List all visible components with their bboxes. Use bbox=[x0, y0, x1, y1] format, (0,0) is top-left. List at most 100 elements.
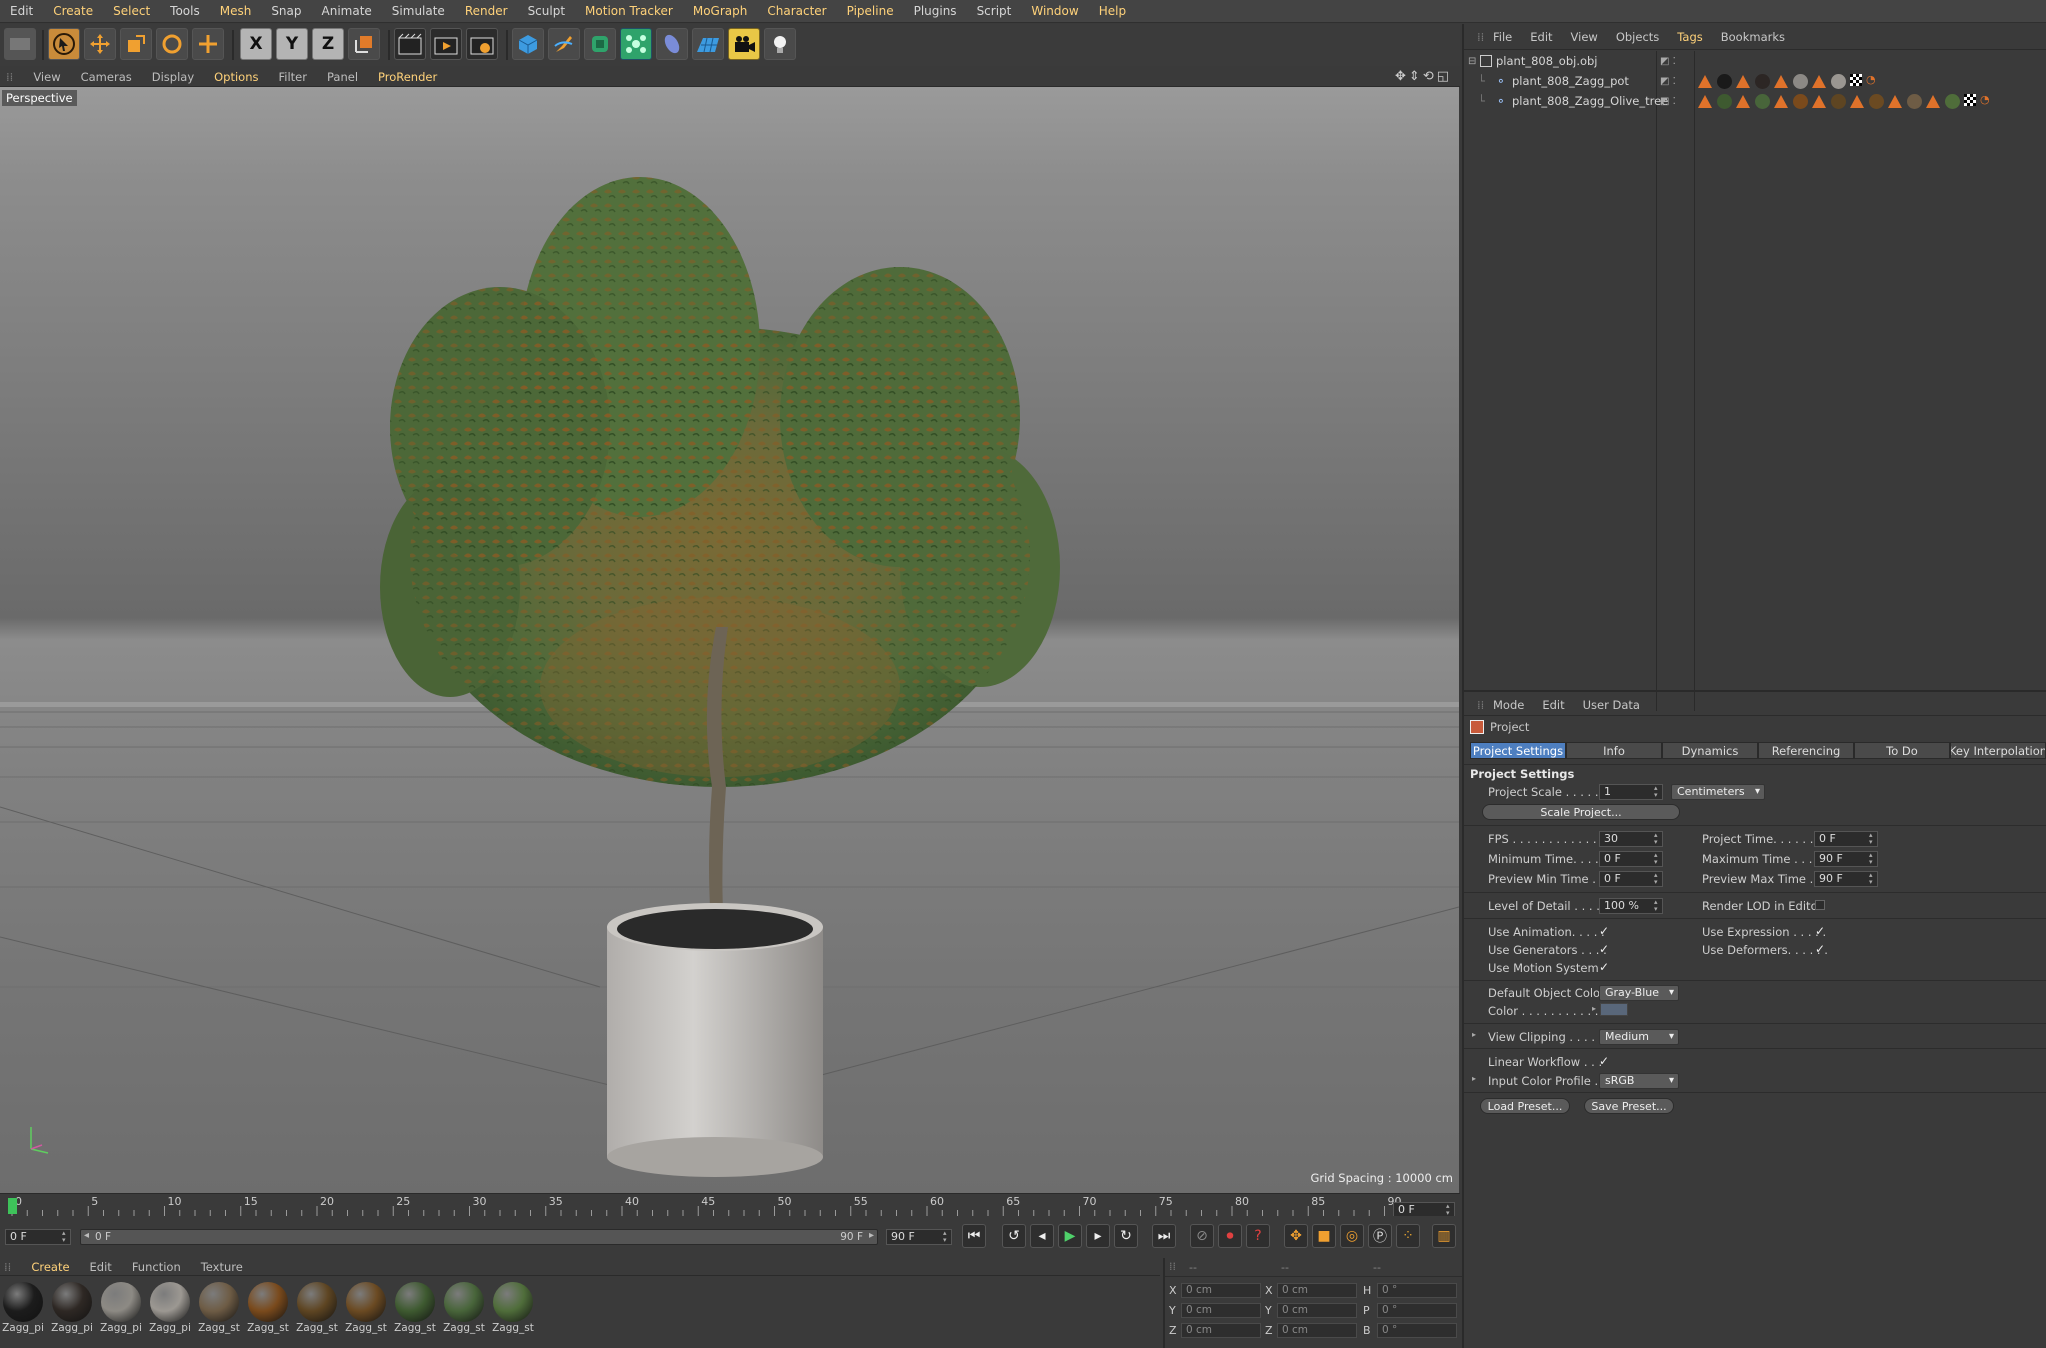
maximum-time-field[interactable]: 90 F bbox=[1814, 851, 1878, 867]
om-menu-objects[interactable]: Objects bbox=[1607, 30, 1668, 44]
input-color-profile-dropdown[interactable]: sRGB bbox=[1599, 1073, 1679, 1089]
material-swatch[interactable]: Zagg_st bbox=[294, 1282, 340, 1342]
am-menu-edit[interactable]: Edit bbox=[1533, 698, 1573, 712]
phong-tag-icon[interactable]: ◔ bbox=[1980, 93, 1990, 106]
viewport-menu-cameras[interactable]: Cameras bbox=[71, 70, 142, 84]
viewport-menu-options[interactable]: Options bbox=[204, 70, 268, 84]
visibility-toggle-icon[interactable]: ◩ ⁚ bbox=[1660, 76, 1676, 87]
camera-icon[interactable] bbox=[728, 28, 760, 60]
menu-pipeline[interactable]: Pipeline bbox=[837, 0, 904, 23]
last-tool-icon[interactable] bbox=[192, 28, 224, 60]
playhead-marker[interactable] bbox=[8, 1198, 17, 1214]
preview-range-slider[interactable]: ◂ 0 F 90 F ▸ bbox=[80, 1229, 878, 1245]
material-tag-icon[interactable] bbox=[1831, 74, 1846, 89]
undo-icon[interactable] bbox=[4, 28, 36, 60]
menu-character[interactable]: Character bbox=[757, 0, 836, 23]
expand-arrow-icon[interactable]: ▸ bbox=[1472, 1074, 1476, 1083]
material-tag-icon[interactable] bbox=[1869, 94, 1884, 109]
menu-sculpt[interactable]: Sculpt bbox=[518, 0, 575, 23]
current-frame-field[interactable]: 0 F bbox=[5, 1229, 71, 1245]
material-tag-icon[interactable] bbox=[1907, 94, 1922, 109]
preview-max-time-field[interactable]: 90 F bbox=[1814, 871, 1878, 887]
load-preset-button[interactable]: Load Preset... bbox=[1480, 1098, 1570, 1114]
object-row[interactable]: └ ⚬ plant_808_Zagg_Olive_tree ◩ ⁚ ◔ bbox=[1464, 91, 2046, 111]
size-y-field[interactable]: 0 cm bbox=[1277, 1303, 1357, 1318]
scale-project-button[interactable]: Scale Project... bbox=[1482, 804, 1680, 820]
rotation-b-field[interactable]: 0 ° bbox=[1377, 1323, 1457, 1338]
menu-motion-tracker[interactable]: Motion Tracker bbox=[575, 0, 683, 23]
live-selection-icon[interactable] bbox=[48, 28, 80, 60]
menu-snap[interactable]: Snap bbox=[261, 0, 311, 23]
play-forward-icon[interactable]: ▶ bbox=[1058, 1224, 1082, 1248]
tab-info[interactable]: Info bbox=[1566, 742, 1662, 759]
position-y-field[interactable]: 0 cm bbox=[1181, 1303, 1261, 1318]
panel-grip-icon[interactable]: ⁞⁞ bbox=[1468, 698, 1493, 712]
default-object-color-dropdown[interactable]: Gray-Blue bbox=[1599, 985, 1679, 1001]
texture-tag-icon[interactable] bbox=[1736, 75, 1750, 88]
go-to-end-icon[interactable]: ⏭ bbox=[1152, 1224, 1176, 1248]
material-tag-icon[interactable] bbox=[1793, 94, 1808, 109]
expand-arrow-icon[interactable]: ▸ bbox=[1472, 1030, 1476, 1039]
level-of-detail-field[interactable]: 100 % bbox=[1599, 898, 1663, 914]
om-menu-view[interactable]: View bbox=[1562, 30, 1607, 44]
use-deformers-checkbox[interactable]: ✓ bbox=[1815, 943, 1827, 955]
material-tag-icon[interactable] bbox=[1755, 94, 1770, 109]
use-motion-system-checkbox[interactable]: ✓ bbox=[1599, 961, 1611, 973]
project-time-field[interactable]: 0 F bbox=[1814, 831, 1878, 847]
viewport-menu-view[interactable]: View bbox=[23, 70, 70, 84]
material-tag-icon[interactable] bbox=[1793, 74, 1808, 89]
menu-edit[interactable]: Edit bbox=[0, 0, 43, 23]
panel-grip-icon[interactable]: ⁞⁞ bbox=[0, 1260, 21, 1274]
object-row[interactable]: └ ⚬ plant_808_Zagg_pot ◩ ⁚ ◔ bbox=[1464, 71, 2046, 91]
material-swatch[interactable]: Zagg_st bbox=[392, 1282, 438, 1342]
mat-menu-edit[interactable]: Edit bbox=[80, 1260, 122, 1274]
material-swatch[interactable]: Zagg_st bbox=[196, 1282, 242, 1342]
size-z-field[interactable]: 0 cm bbox=[1277, 1323, 1357, 1338]
tab-to-do[interactable]: To Do bbox=[1854, 742, 1950, 759]
object-row[interactable]: ⊟ plant_808_obj.obj ◩ ⁚ bbox=[1464, 51, 2046, 71]
expand-arrow-icon[interactable]: ▸ bbox=[1592, 1004, 1596, 1013]
floor-icon[interactable] bbox=[692, 28, 724, 60]
tab-project-settings[interactable]: Project Settings bbox=[1470, 742, 1566, 759]
project-scale-unit-dropdown[interactable]: Centimeters bbox=[1671, 784, 1765, 800]
menu-simulate[interactable]: Simulate bbox=[382, 0, 455, 23]
preview-min-time-field[interactable]: 0 F bbox=[1599, 871, 1663, 887]
range-left-arrow-icon[interactable]: ◂ bbox=[84, 1230, 89, 1241]
menu-mograph[interactable]: MoGraph bbox=[683, 0, 758, 23]
minimum-time-field[interactable]: 0 F bbox=[1599, 851, 1663, 867]
tab-key-interpolation[interactable]: Key Interpolation bbox=[1950, 742, 2046, 759]
viewport-camera-label[interactable]: Perspective bbox=[2, 90, 77, 106]
position-z-field[interactable]: 0 cm bbox=[1181, 1323, 1261, 1338]
viewport-menu-panel[interactable]: Panel bbox=[317, 70, 368, 84]
viewport-menu-display[interactable]: Display bbox=[142, 70, 204, 84]
texture-tag-icon[interactable] bbox=[1812, 75, 1826, 88]
y-axis-lock-icon[interactable]: Y bbox=[276, 28, 308, 60]
autokeying-icon[interactable]: ⏺ bbox=[1218, 1224, 1242, 1248]
pen-spline-icon[interactable] bbox=[548, 28, 580, 60]
light-icon[interactable] bbox=[764, 28, 796, 60]
use-generators-checkbox[interactable]: ✓ bbox=[1599, 943, 1611, 955]
texture-tag-icon[interactable] bbox=[1774, 95, 1788, 108]
menu-help[interactable]: Help bbox=[1089, 0, 1136, 23]
material-swatch[interactable]: Zagg_st bbox=[441, 1282, 487, 1342]
coordinate-system-icon[interactable] bbox=[348, 28, 380, 60]
z-axis-lock-icon[interactable]: Z bbox=[312, 28, 344, 60]
material-swatch[interactable]: Zagg_pi bbox=[49, 1282, 95, 1342]
render-view-icon[interactable] bbox=[394, 28, 426, 60]
rotation-h-field[interactable]: 0 ° bbox=[1377, 1283, 1457, 1298]
view-clipping-dropdown[interactable]: Medium bbox=[1599, 1029, 1679, 1045]
viewport-menu-filter[interactable]: Filter bbox=[269, 70, 317, 84]
material-tag-icon[interactable] bbox=[1831, 94, 1846, 109]
uvw-tag-icon[interactable] bbox=[1850, 74, 1862, 86]
project-scale-field[interactable]: 1 bbox=[1599, 784, 1663, 800]
texture-tag-icon[interactable] bbox=[1698, 75, 1712, 88]
x-axis-lock-icon[interactable]: X bbox=[240, 28, 272, 60]
texture-tag-icon[interactable] bbox=[1698, 95, 1712, 108]
end-frame-field[interactable]: 90 F bbox=[886, 1229, 952, 1245]
material-swatch[interactable]: Zagg_st bbox=[245, 1282, 291, 1342]
record-rotation-icon[interactable]: ◎ bbox=[1340, 1224, 1364, 1248]
color-swatch[interactable] bbox=[1600, 1003, 1628, 1016]
menu-tools[interactable]: Tools bbox=[160, 0, 210, 23]
move-icon[interactable] bbox=[84, 28, 116, 60]
cube-icon[interactable] bbox=[512, 28, 544, 60]
